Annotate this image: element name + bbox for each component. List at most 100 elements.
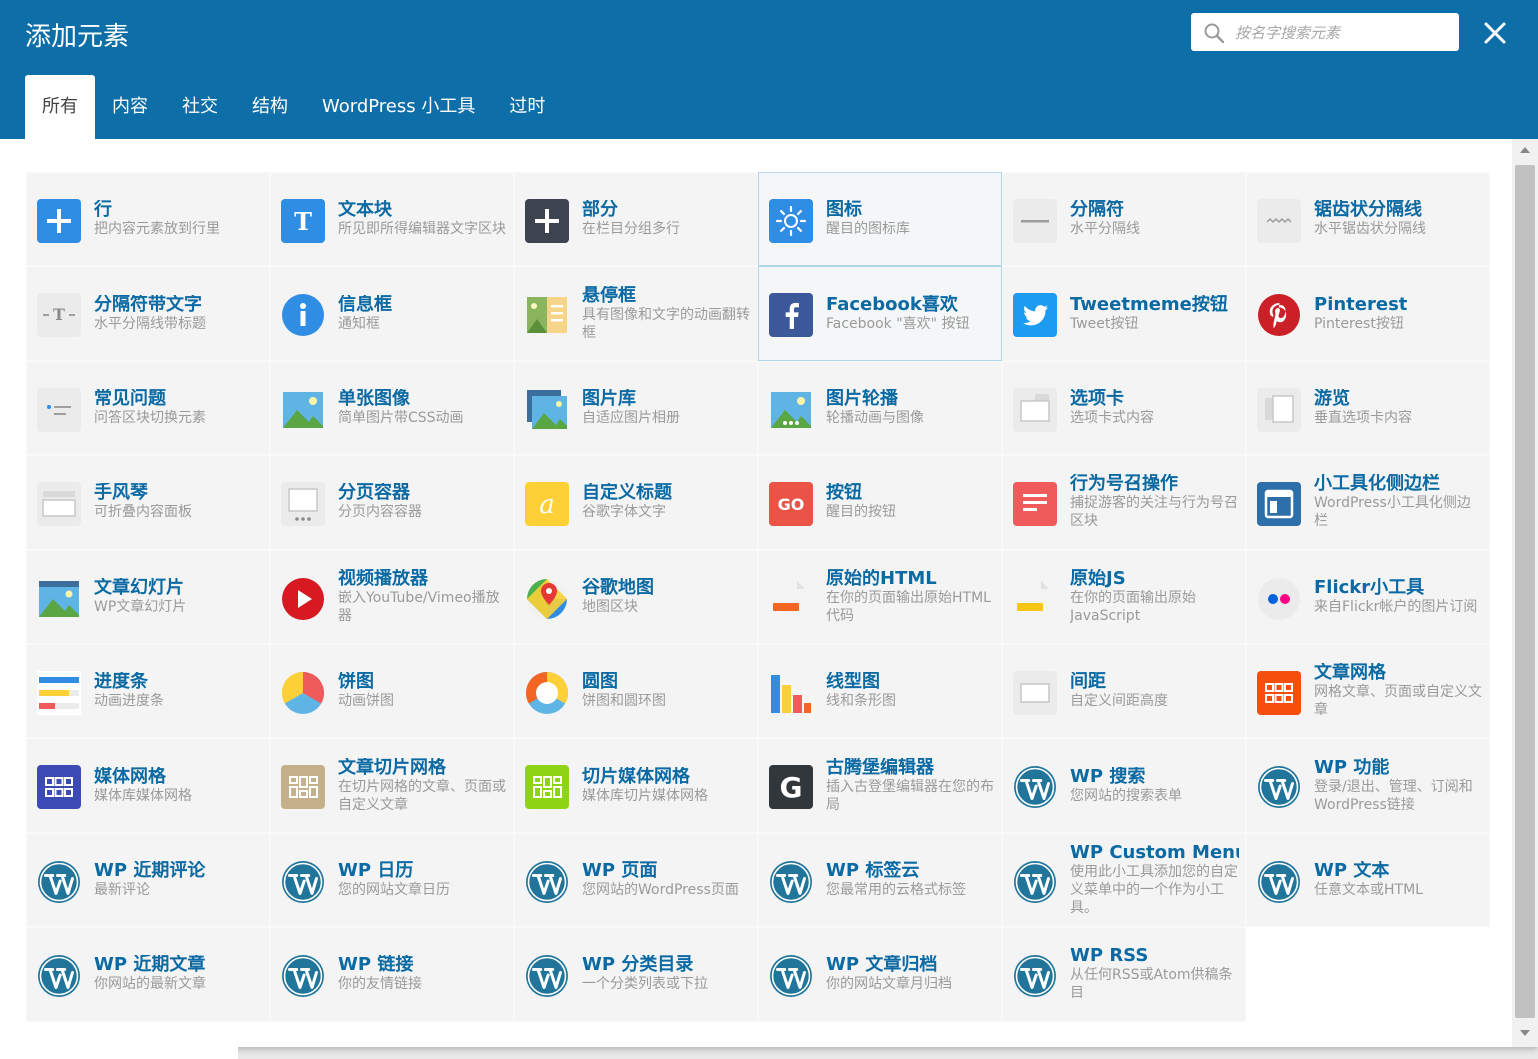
gutenberg-icon-graphic: G (769, 765, 813, 810)
element-card[interactable]: GO 按钮 醒目的按钮 (758, 455, 1002, 550)
element-card[interactable]: 饼图 动画饼图 (270, 643, 514, 739)
element-description: 捕捉游客的关注与行为号召区块 (1070, 495, 1238, 530)
search-box[interactable] (1191, 13, 1459, 51)
element-card[interactable]: Facebook喜欢 Facebook "喜欢" 按钮 (758, 266, 1002, 361)
element-description: 垂直选项卡内容 (1314, 409, 1412, 426)
element-card[interactable]: 信息框 通知框 (270, 266, 514, 361)
element-name: WP 功能 (1314, 757, 1390, 778)
element-description: 动画进度条 (94, 693, 164, 710)
element-card[interactable]: WP 文章归档 你的网站文章月归档 (758, 927, 1002, 1022)
element-card[interactable]: a 自定义标题 谷歌字体文字 (514, 455, 758, 550)
faq-icon (37, 387, 81, 432)
scroll-up-arrow[interactable] (1520, 147, 1530, 153)
raw-html-icon-graphic (773, 580, 805, 617)
wordpress-icon (1013, 860, 1057, 904)
search-input[interactable] (1233, 19, 1452, 47)
element-description: 在切片网格的文章、页面或自定义文章 (338, 778, 506, 813)
element-card[interactable]: WP 近期评论 最新评论 (26, 832, 270, 928)
element-card[interactable]: WP 页面 您网站的WordPress页面 (514, 832, 758, 928)
element-card[interactable]: 选项卡 选项卡式内容 (1002, 360, 1246, 456)
element-card[interactable]: WP Custom Menu 使用此小工具添加您的自定义菜单中的一个作为小工具。 (1002, 832, 1246, 928)
element-name: 自定义标题 (582, 483, 672, 504)
image-icon-graphic (283, 391, 323, 428)
scrollbar-thumb[interactable] (1515, 165, 1535, 1018)
element-name: Flickr小工具 (1314, 577, 1425, 598)
element-name: 饼图 (338, 672, 374, 693)
element-card[interactable]: 行把内容元素放到行里 (26, 172, 270, 267)
element-name: 原始的HTML (826, 568, 937, 589)
element-card[interactable]: 游览 垂直选项卡内容 (1246, 360, 1490, 456)
element-card[interactable]: 进度条 动画进度条 (26, 643, 270, 739)
wordpress-icon (525, 860, 569, 904)
element-card[interactable]: WP 标签云 您最常用的云格式标签 (758, 832, 1002, 928)
element-card[interactable]: WP 链接 你的友情链接 (270, 927, 514, 1022)
element-card[interactable]: Tweetmeme按钮 Tweet按钮 (1002, 266, 1246, 361)
element-text: 文章网格 网格文章、页面或自定义文章 (1314, 663, 1483, 719)
element-card[interactable]: WP 文本 任意文本或HTML (1246, 832, 1490, 928)
tabs-icon-graphic (1013, 387, 1057, 432)
element-description: 嵌入YouTube/Vimeo播放器 (338, 589, 500, 624)
element-card[interactable]: T 文本块 所见即所得编辑器文字区块 (270, 172, 514, 267)
element-card[interactable]: 谷歌地图 地图区块 (514, 549, 758, 644)
element-card[interactable]: 小工具化侧边栏 WordPress小工具化侧边栏 (1246, 455, 1490, 550)
wordpress-icon (1257, 860, 1301, 904)
play-icon (281, 577, 325, 621)
element-card[interactable]: Flickr小工具 来自Flickr帐户的图片订阅 (1246, 549, 1490, 644)
element-card[interactable]: 线型图 线和条形图 (758, 643, 1002, 739)
element-card[interactable]: 行为号召操作 捕捉游客的关注与行为号召区块 (1002, 455, 1246, 550)
plus-icon-graphic (37, 199, 81, 243)
element-card[interactable]: WP 日历 您的网站文章日历 (270, 832, 514, 928)
element-description: 来自Flickr帐户的图片订阅 (1314, 598, 1478, 615)
element-card[interactable]: WP 搜索 您网站的搜索表单 (1002, 738, 1246, 833)
text-t-icon: T (281, 199, 325, 243)
element-card[interactable]: 文章网格 网格文章、页面或自定义文章 (1246, 643, 1490, 739)
element-card[interactable]: 单张图像 简单图片带CSS动画 (270, 360, 514, 456)
tab-5[interactable]: 过时 (492, 75, 562, 139)
element-card[interactable]: WP RSS 从任何RSS或Atom供稿条目 (1002, 927, 1246, 1022)
element-card[interactable]: Pinterest Pinterest按钮 (1246, 266, 1490, 361)
element-card[interactable]: 切片媒体网格 媒体库切片媒体网格 (514, 738, 758, 833)
scroll-down-arrow[interactable] (1520, 1030, 1530, 1036)
element-card[interactable]: 分隔符 水平分隔线 (1002, 172, 1246, 267)
element-card[interactable]: 文章幻灯片 WP文章幻灯片 (26, 549, 270, 644)
element-card[interactable]: T 分隔符带文字 水平分隔线带标题 (26, 266, 270, 361)
element-card[interactable]: 手风琴 可折叠内容面板 (26, 455, 270, 550)
tab-1[interactable]: 内容 (95, 75, 165, 139)
element-card[interactable]: WP 功能 登录/退出、管理、订阅和WordPress链接 (1246, 738, 1490, 833)
element-card[interactable]: 常见问题 问答区块切换元素 (26, 360, 270, 456)
element-card[interactable]: 媒体网格 媒体库媒体网格 (26, 738, 270, 833)
tab-3[interactable]: 结构 (235, 75, 305, 139)
twitter-icon (1013, 293, 1057, 338)
close-button[interactable] (1480, 18, 1510, 48)
element-card[interactable]: 文章切片网格 在切片网格的文章、页面或自定义文章 (270, 738, 514, 833)
element-card[interactable]: 原始JS 在你的页面输出原始JavaScript (1002, 549, 1246, 644)
element-name: 切片媒体网格 (582, 766, 690, 787)
element-card[interactable]: 图片轮播 轮播动画与图像 (758, 360, 1002, 456)
element-card[interactable]: WP 分类目录 一个分类列表或下拉 (514, 927, 758, 1022)
wordpress-icon-graphic (526, 860, 568, 903)
element-card[interactable]: WP 近期文章 你网站的最新文章 (26, 927, 270, 1022)
tab-2[interactable]: 社交 (165, 75, 235, 139)
element-description: 分页内容容器 (338, 504, 422, 521)
element-card[interactable]: 间距 自定义间距高度 (1002, 643, 1246, 739)
element-name: 线型图 (826, 672, 880, 693)
element-description: 您的网站文章日历 (338, 881, 450, 898)
element-card[interactable]: 图标 醒目的图标库 (758, 172, 1002, 267)
element-card[interactable]: 部分 在栏目分组多行 (514, 172, 758, 267)
element-text: 原始的HTML 在你的页面输出原始HTML代码 (826, 569, 995, 625)
element-card[interactable]: 悬停框 具有图像和文字的动画翻转框 (514, 266, 758, 361)
element-card[interactable]: 图片库 自适应图片相册 (514, 360, 758, 456)
tab-4[interactable]: WordPress 小工具 (305, 75, 492, 139)
element-name: 进度条 (94, 672, 148, 693)
element-card[interactable]: 圆图 饼图和圆环图 (514, 643, 758, 739)
element-name: WP 页面 (582, 860, 658, 881)
bar-chart-icon-graphic (771, 674, 811, 713)
element-card[interactable]: 视频播放器 嵌入YouTube/Vimeo播放器 (270, 549, 514, 644)
element-card[interactable]: 原始的HTML 在你的页面输出原始HTML代码 (758, 549, 1002, 644)
gallery-icon-graphic (527, 389, 567, 429)
element-card[interactable]: 锯齿状分隔线 水平锯齿状分隔线 (1246, 172, 1490, 267)
element-card[interactable]: G 古腾堡编辑器 插入古登堡编辑器在您的布局 (758, 738, 1002, 833)
tab-0[interactable]: 所有 (25, 75, 95, 139)
sidebar-icon-graphic (1257, 482, 1301, 527)
element-card[interactable]: 分页容器 分页内容容器 (270, 455, 514, 550)
